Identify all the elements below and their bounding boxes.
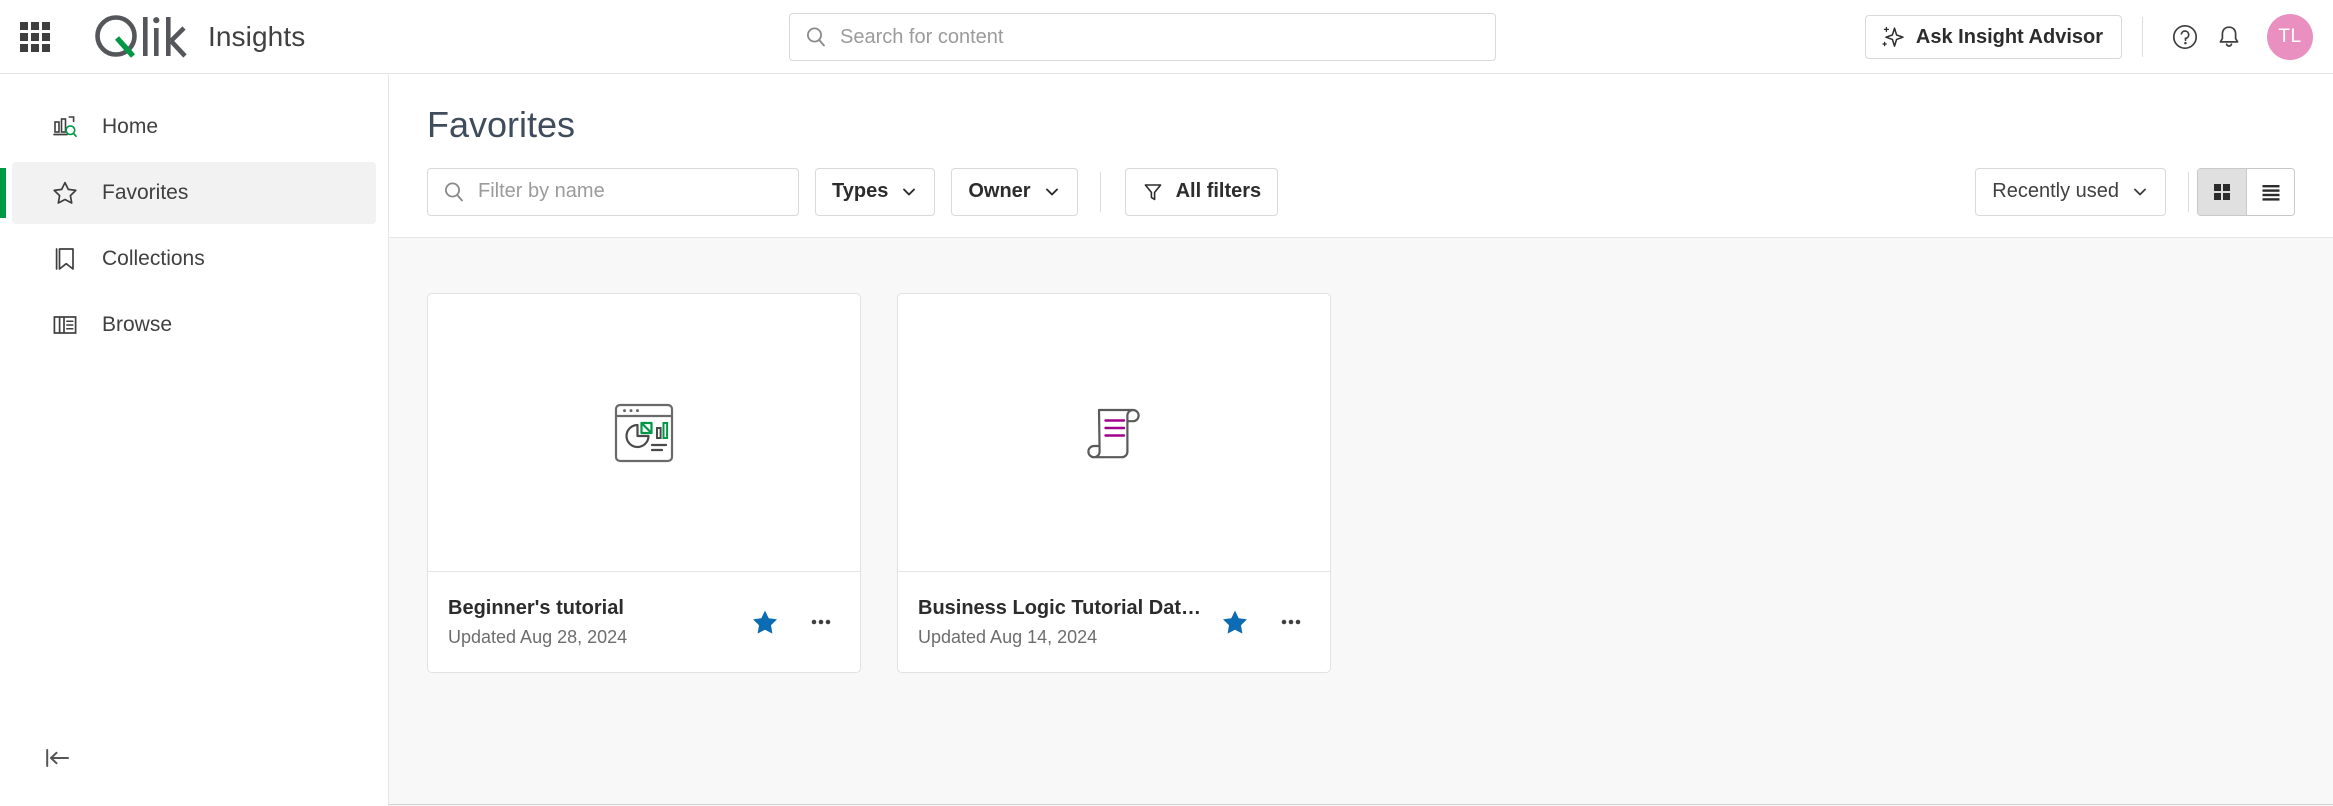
card-more-menu-button[interactable] <box>804 605 838 639</box>
grid-view-button[interactable] <box>2198 169 2246 215</box>
ask-insight-advisor-button[interactable]: Ask Insight Advisor <box>1865 15 2122 59</box>
card-updated: Updated Aug 14, 2024 <box>918 627 1208 648</box>
funnel-icon <box>1142 181 1164 203</box>
search-icon <box>804 25 828 49</box>
chevron-down-icon <box>900 183 918 201</box>
card-actions <box>748 605 838 639</box>
card-grid: Beginner's tutorial Updated Aug 28, 2024 <box>427 293 2333 673</box>
more-horizontal-icon <box>806 607 836 637</box>
page-header: Favorites <box>389 74 2333 146</box>
waffle-dot <box>20 22 28 30</box>
app-launcher-icon[interactable] <box>18 20 52 54</box>
user-avatar[interactable]: TL <box>2267 14 2313 60</box>
header-divider <box>2142 17 2143 57</box>
list-view-icon <box>2260 181 2282 203</box>
ask-insight-advisor-label: Ask Insight Advisor <box>1916 26 2103 49</box>
sort-dropdown[interactable]: Recently used <box>1975 168 2166 216</box>
waffle-dot <box>31 33 39 41</box>
sidebar-item-label: Favorites <box>102 181 188 205</box>
all-filters-button[interactable]: All filters <box>1125 168 1279 216</box>
brand-home-link[interactable]: Insights <box>92 14 305 60</box>
main-content: Favorites Types Owner <box>389 74 2333 806</box>
waffle-dot <box>42 33 50 41</box>
card-thumbnail <box>898 294 1330 572</box>
list-view-button[interactable] <box>2246 169 2294 215</box>
sidebar: Home Favorites Collections <box>0 74 389 806</box>
waffle-dot <box>42 22 50 30</box>
browse-icon <box>50 310 80 340</box>
owner-filter-dropdown[interactable]: Owner <box>951 168 1077 216</box>
product-title: Insights <box>208 21 305 53</box>
content-toolbar: Types Owner All filters <box>389 146 2333 238</box>
sidebar-item-browse[interactable]: Browse <box>12 294 376 356</box>
types-filter-label: Types <box>832 180 888 203</box>
more-horizontal-icon <box>1276 607 1306 637</box>
collapse-left-icon <box>43 745 73 771</box>
all-filters-label: All filters <box>1176 180 1262 203</box>
filter-by-name-input[interactable] <box>478 169 784 215</box>
card-updated: Updated Aug 28, 2024 <box>448 627 738 648</box>
waffle-dot <box>31 22 39 30</box>
star-filled-icon <box>750 607 780 637</box>
sparkle-icon <box>1880 24 1906 50</box>
sidebar-item-collections[interactable]: Collections <box>12 228 376 290</box>
waffle-dot <box>31 44 39 52</box>
sort-label: Recently used <box>1992 180 2119 203</box>
sidebar-item-label: Collections <box>102 247 205 271</box>
global-search[interactable] <box>789 13 1496 61</box>
sidebar-item-favorites[interactable]: Favorites <box>12 162 376 224</box>
types-filter-dropdown[interactable]: Types <box>815 168 935 216</box>
notifications-button[interactable] <box>2207 15 2251 59</box>
card-title: Beginner's tutorial <box>448 597 738 620</box>
content-card[interactable]: Business Logic Tutorial Data Prep Update… <box>897 293 1331 673</box>
content-area: Beginner's tutorial Updated Aug 28, 2024 <box>389 238 2333 806</box>
card-footer: Business Logic Tutorial Data Prep Update… <box>898 572 1330 672</box>
header-actions: Ask Insight Advisor TL <box>1865 0 2313 74</box>
toolbar-divider <box>1100 172 1101 212</box>
help-circle-icon <box>2170 22 2200 52</box>
star-filled-icon <box>1220 607 1250 637</box>
waffle-dot <box>20 44 28 52</box>
avatar-initials: TL <box>2278 26 2301 48</box>
card-meta: Beginner's tutorial Updated Aug 28, 2024 <box>448 597 738 648</box>
waffle-dot <box>42 44 50 52</box>
qlik-insights-app: Insights Ask Insight Advisor <box>0 0 2333 806</box>
collapse-sidebar-button[interactable] <box>38 738 78 778</box>
card-actions <box>1218 605 1308 639</box>
favorite-star-button[interactable] <box>748 605 782 639</box>
search-icon <box>442 180 466 204</box>
card-footer: Beginner's tutorial Updated Aug 28, 2024 <box>428 572 860 672</box>
waffle-dot <box>20 33 28 41</box>
star-icon <box>50 178 80 208</box>
sidebar-item-home[interactable]: Home <box>12 96 376 158</box>
qlik-logo-icon <box>92 14 190 60</box>
card-more-menu-button[interactable] <box>1274 605 1308 639</box>
sidebar-item-label: Home <box>102 115 158 139</box>
help-button[interactable] <box>2163 15 2207 59</box>
toolbar-divider <box>2188 172 2189 212</box>
chevron-down-icon <box>1043 183 1061 201</box>
favorite-star-button[interactable] <box>1218 605 1252 639</box>
page-title: Favorites <box>427 104 2333 146</box>
filter-by-name-field[interactable] <box>427 168 799 216</box>
card-meta: Business Logic Tutorial Data Prep Update… <box>918 597 1208 648</box>
view-mode-toggle <box>2197 168 2295 216</box>
bookmark-icon <box>50 244 80 274</box>
script-scroll-icon <box>1077 396 1151 470</box>
top-header: Insights Ask Insight Advisor <box>0 0 2333 74</box>
card-title: Business Logic Tutorial Data Prep <box>918 597 1208 620</box>
chevron-down-icon <box>2131 183 2149 201</box>
app-body: Home Favorites Collections <box>0 74 2333 806</box>
card-thumbnail <box>428 294 860 572</box>
home-insight-icon <box>50 112 80 142</box>
owner-filter-label: Owner <box>968 180 1030 203</box>
bell-icon <box>2214 22 2244 52</box>
sidebar-item-label: Browse <box>102 313 172 337</box>
content-card[interactable]: Beginner's tutorial Updated Aug 28, 2024 <box>427 293 861 673</box>
grid-view-icon <box>2211 181 2233 203</box>
app-chart-icon <box>607 396 681 470</box>
global-search-input[interactable] <box>840 14 1481 60</box>
